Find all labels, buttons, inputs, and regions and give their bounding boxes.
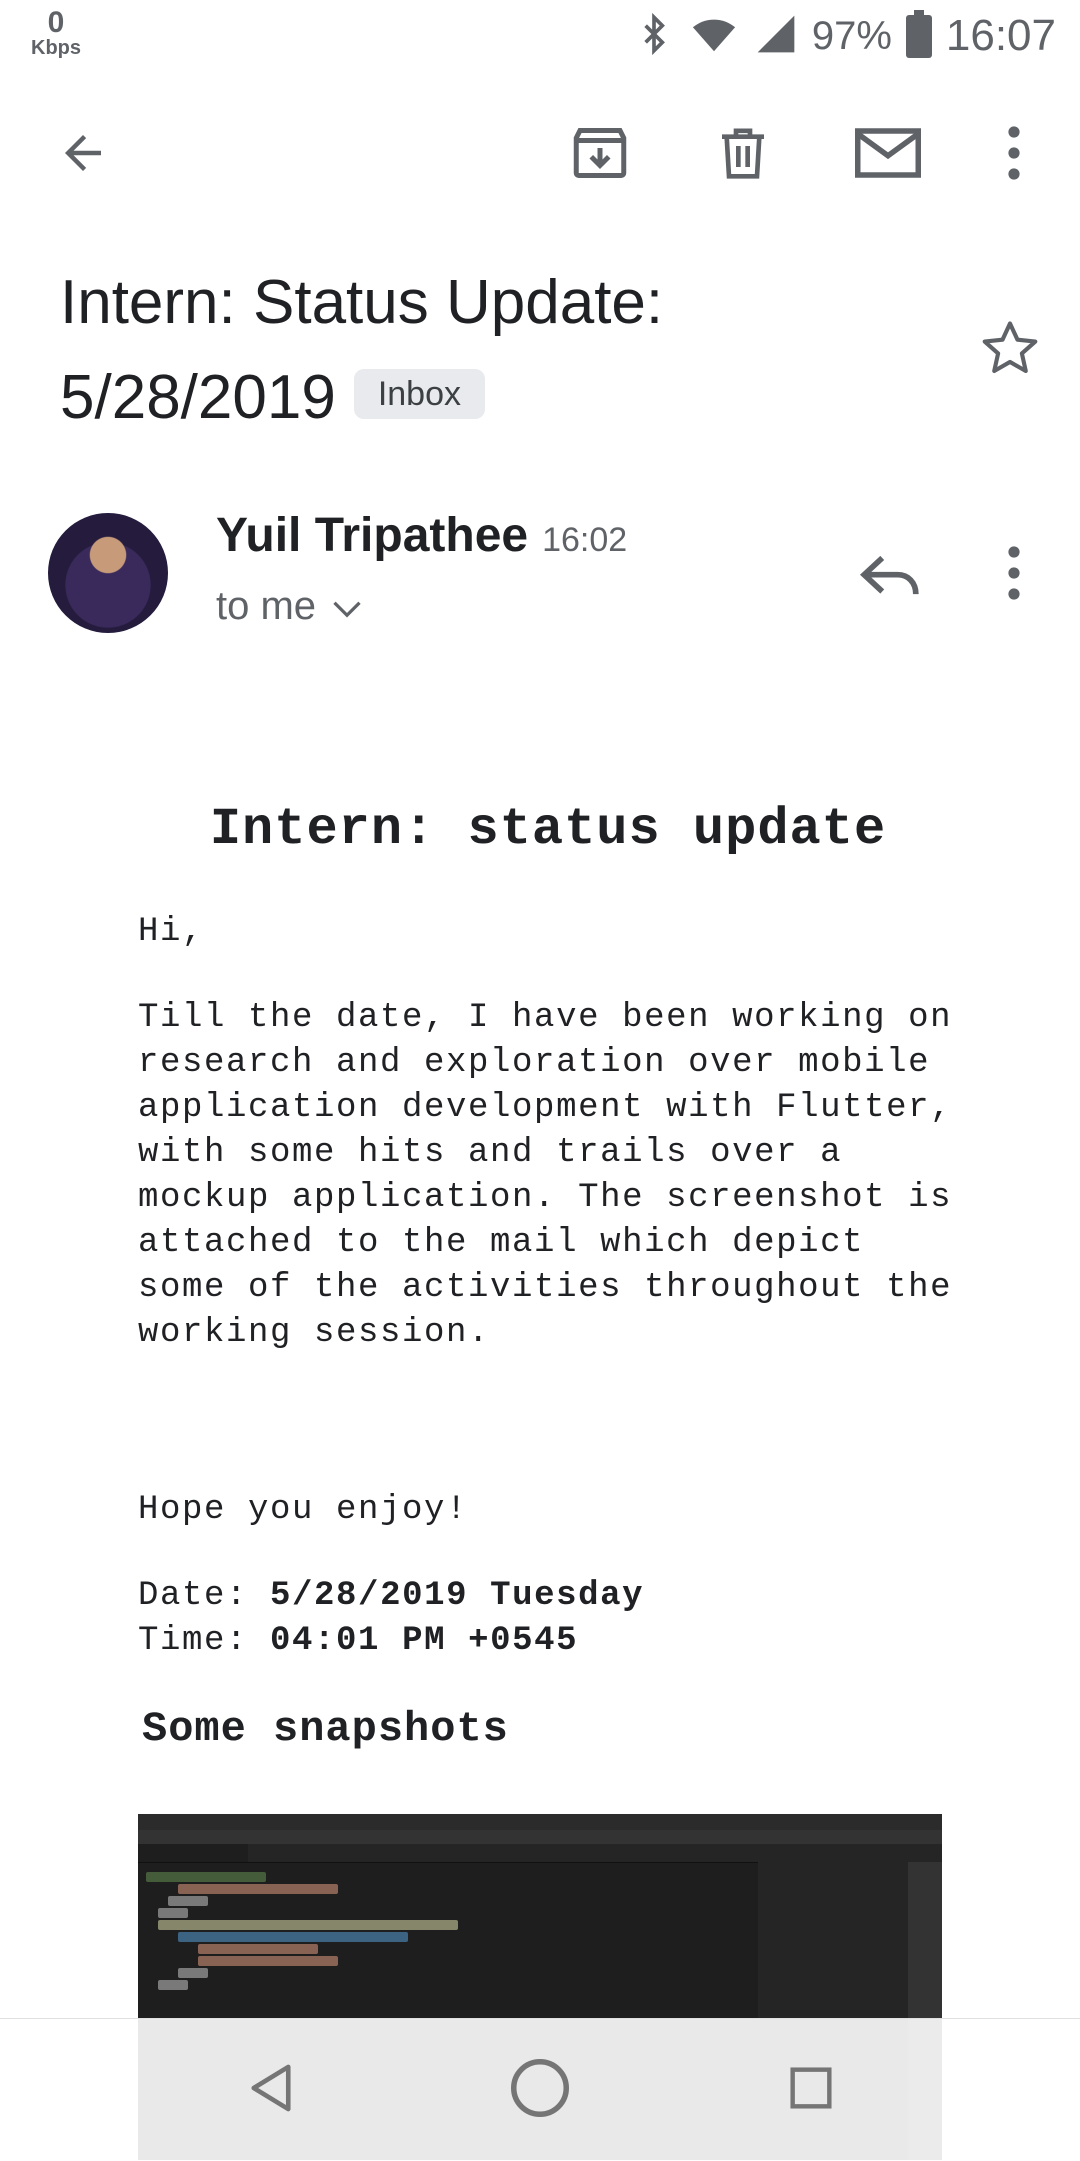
email-body: Intern: status update Hi, Till the date,…	[138, 770, 958, 1753]
system-nav-bar	[0, 2018, 1080, 2161]
mark-unread-icon	[855, 125, 921, 186]
archive-icon	[570, 123, 630, 188]
wifi-icon	[688, 11, 740, 62]
cell-signal-icon	[754, 11, 798, 62]
nav-recents-button[interactable]	[740, 2019, 882, 2161]
date-value: 5/28/2019 Tuesday	[270, 1577, 645, 1615]
main-paragraph: Till the date, I have been working on re…	[138, 999, 953, 1352]
network-speed-unit: Kbps	[31, 37, 81, 59]
back-arrow-icon	[56, 126, 110, 185]
nav-back-triangle-icon	[248, 2063, 294, 2118]
reply-icon	[859, 552, 921, 605]
bluetooth-icon	[634, 11, 674, 62]
recipient-text: to me	[216, 584, 317, 628]
sender-name: Yuil Tripathee	[216, 509, 529, 562]
network-speed: 0 Kbps	[28, 6, 84, 59]
more-vert-icon	[1006, 125, 1022, 186]
subject-date: 5/28/2019	[60, 363, 336, 432]
received-time: 16:02	[542, 521, 628, 559]
more-vert-icon	[1006, 545, 1022, 606]
top-toolbar	[0, 110, 1080, 200]
chevron-down-icon	[332, 584, 362, 629]
date-label: Date:	[138, 1577, 249, 1615]
star-outline-icon	[979, 317, 1041, 384]
inbox-label-chip[interactable]: Inbox	[353, 368, 486, 419]
back-button[interactable]	[38, 110, 128, 200]
nav-recents-square-icon	[789, 2066, 833, 2115]
network-speed-value: 0	[47, 6, 65, 39]
snapshot-tabs	[138, 1844, 942, 1863]
message-more-options-button[interactable]	[974, 530, 1054, 620]
clock: 16:07	[945, 11, 1056, 60]
body-title: Intern: status update	[209, 800, 887, 859]
greeting: Hi,	[138, 913, 205, 951]
nav-home-button[interactable]	[469, 2019, 611, 2161]
reply-button[interactable]	[848, 536, 932, 620]
snapshot-tab	[138, 1844, 248, 1862]
status-bar: 0 Kbps 97% 16:07	[0, 0, 1080, 72]
delete-icon	[715, 123, 771, 188]
subject-line-2: 5/28/2019 Inbox	[60, 350, 960, 445]
sender-avatar[interactable]	[48, 513, 168, 633]
snapshots-heading: Some snapshots	[142, 1705, 509, 1753]
time-value: 04:01 PM +0545	[270, 1622, 579, 1660]
nav-home-circle-icon	[510, 2058, 570, 2123]
time-label: Time:	[138, 1622, 249, 1660]
email-subject: Intern: Status Update: 5/28/2019 Inbox	[60, 255, 960, 445]
star-button[interactable]	[970, 310, 1050, 390]
archive-button[interactable]	[555, 110, 645, 200]
date-time-block: Date: 5/28/2019 Tuesday Time: 04:01 PM +…	[138, 1574, 644, 1664]
nav-back-button[interactable]	[200, 2019, 342, 2161]
recipient-details-toggle[interactable]: to me	[216, 584, 362, 629]
battery-icon	[905, 9, 932, 63]
mark-unread-button[interactable]	[843, 110, 933, 200]
snapshot-menubar	[138, 1830, 942, 1844]
battery-percent: 97%	[811, 13, 892, 58]
sender-header: Yuil Tripathee 16:02	[216, 508, 627, 563]
closing-line: Hope you enjoy!	[138, 1491, 469, 1529]
snapshot-desktop-bar	[138, 1814, 942, 1830]
subject-line-1: Intern: Status Update:	[60, 268, 664, 337]
more-options-button[interactable]	[969, 110, 1059, 200]
delete-button[interactable]	[698, 110, 788, 200]
